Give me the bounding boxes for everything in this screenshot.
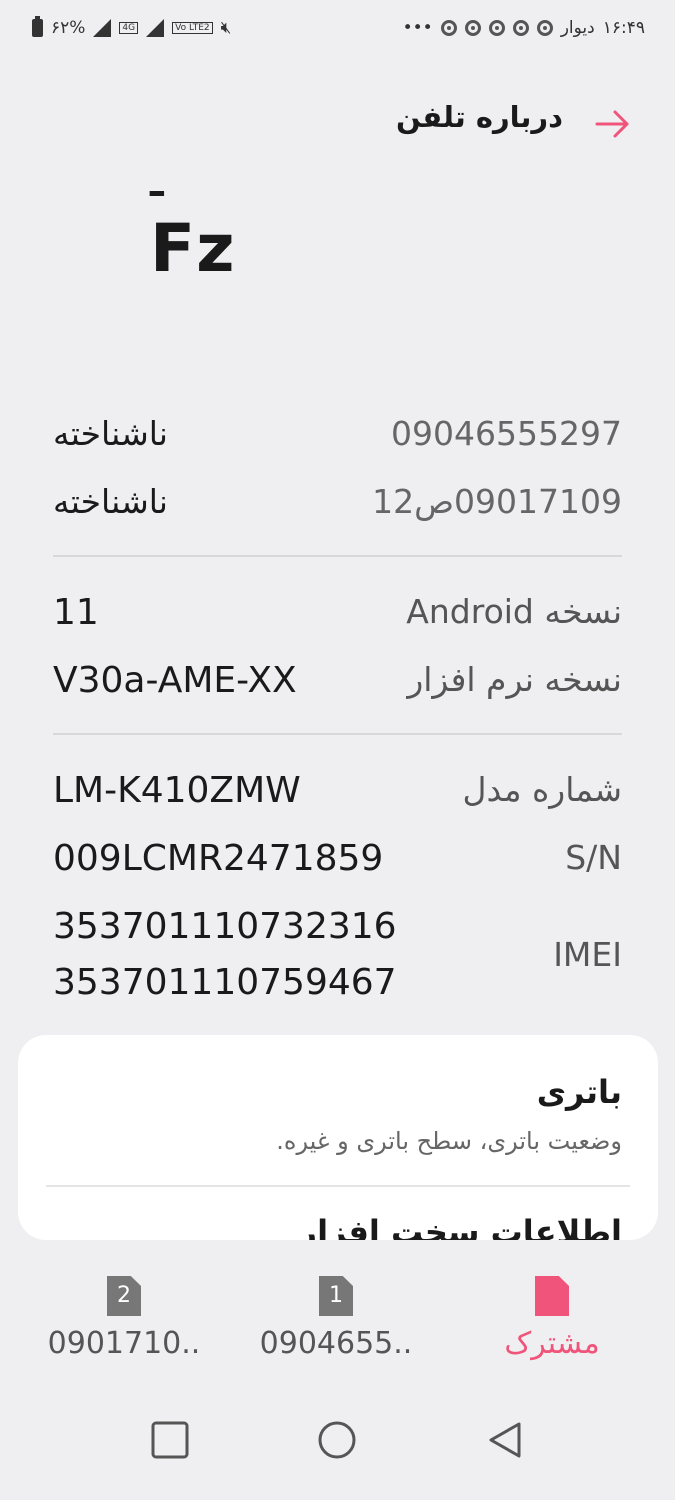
clock: ۱۶:۴۹ [602,18,645,38]
tab-shared[interactable]: مشترک [452,1270,652,1370]
status-left: ۶۲% 4G Vo LTE2 🔇︎ [32,16,232,38]
android-version-label: نسخه Android [406,592,622,631]
divider [53,733,622,735]
chrome-icon [464,20,481,36]
tab-label: مشترک [504,1326,600,1361]
more-notifications-icon: ••• [402,18,433,38]
back-button[interactable] [485,1420,525,1460]
imei-value-1: 353701110732316 [53,906,397,947]
software-version-value: V30a-AME-XX [53,660,297,701]
serial-number-value: 009LCMR2471859 [53,838,384,879]
phone-number-label: 09017109ص12 [372,482,622,521]
serial-number-label: S/N [565,838,622,877]
signal-icon-2 [146,19,165,37]
model-number-value: LM-K410ZMW [53,770,301,811]
divider [53,555,622,557]
page-title: درباره تلفن [396,100,563,134]
battery-item-title[interactable]: باتری [537,1073,622,1111]
recents-button[interactable] [150,1420,190,1460]
chrome-icon [512,20,529,36]
hardware-info-item-title[interactable]: اطلاعات سخت افزار [299,1213,622,1240]
divider [46,1185,630,1187]
volte-badge: Vo LTE2 [172,22,213,34]
network-4g-badge: 4G [119,22,139,34]
device-name: Fz [150,210,236,287]
chrome-icon [440,20,457,36]
imei-value-2: 353701110759467 [53,962,397,1003]
model-number-label: شماره مدل [462,770,622,809]
phone-number-value: ناشناخته [53,414,168,453]
battery-item-description: وضعیت باتری، سطح باتری و غیره. [276,1127,622,1155]
tab-sim-2[interactable]: 2 0901710.. [24,1270,224,1370]
status-right: ••• دیوار ۱۶:۴۹ [403,18,645,38]
phone-number-value: ناشناخته [53,482,168,521]
device-name-partial: ـ [150,160,164,206]
mute-icon: 🔇︎ [220,18,232,38]
chrome-icon [536,20,553,36]
status-bar: ۶۲% 4G Vo LTE2 🔇︎ ••• دیوار ۱۶:۴۹ [0,0,675,62]
imei-label: IMEI [553,935,622,974]
phone-number-label: 09046555297 [391,414,622,453]
sim-card-icon: 1 [319,1276,353,1316]
signal-icon [93,19,112,37]
sim-card-icon: 2 [107,1276,141,1316]
tab-label: 0904655.. [259,1326,413,1361]
tab-label: 0901710.. [47,1326,201,1361]
chrome-icon [488,20,505,36]
tab-sim-1[interactable]: 1 0904655.. [236,1270,436,1370]
battery-icon [32,16,43,37]
sim-card-icon [535,1276,569,1316]
android-version-value: 11 [53,592,99,633]
home-button[interactable] [317,1420,357,1460]
software-version-label: نسخه نرم افزار [407,660,622,699]
divar-app-label: دیوار [560,18,595,38]
battery-percent: ۶۲% [51,18,86,38]
back-arrow-icon[interactable] [593,104,633,144]
settings-card: باتری وضعیت باتری، سطح باتری و غیره. اطل… [18,1035,658,1240]
